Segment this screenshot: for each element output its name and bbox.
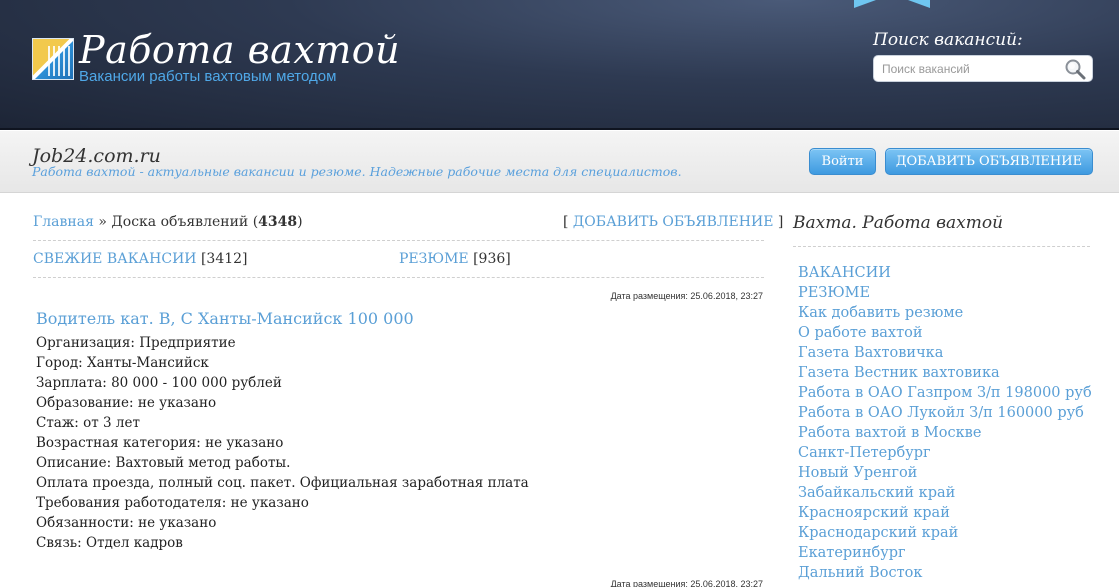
divider (793, 246, 1090, 247)
breadcrumb-current: Доска объявлений (111, 214, 249, 230)
post-field: Город: Ханты-Мансийск (36, 355, 209, 371)
divider (33, 240, 764, 241)
sidebar-item-about-shift-work[interactable]: О работе вахтой (798, 325, 923, 341)
sidebar-item-newspaper-vakhtovichka[interactable]: Газета Вахтовичка (798, 345, 943, 361)
sidebar-item-newspaper-vestnik[interactable]: Газета Вестник вахтовика (798, 365, 1000, 381)
sidebar-item-lukoil[interactable]: Работа в ОАО Лукойл З/п 160000 руб (798, 405, 1084, 421)
sidebar-menu: ВАКАНСИИ РЕЗЮМЕ Как добавить резюме О ра… (798, 263, 1092, 583)
site-title[interactable]: Работа вахтой (79, 28, 400, 72)
magnifier-icon[interactable] (1064, 58, 1086, 80)
band-tagline: Работа вахтой - актуальные вакансии и ре… (32, 164, 682, 179)
sidebar-item-saint-petersburg[interactable]: Санкт-Петербург (798, 445, 931, 461)
category-count: [3412] (200, 251, 248, 267)
sidebar-item-krasnodar[interactable]: Краснодарский край (798, 525, 958, 541)
search-input[interactable] (882, 60, 1062, 78)
add-listing-button[interactable]: ДОБАВИТЬ ОБЪЯВЛЕНИЕ (885, 148, 1093, 175)
post-field: Обязанности: не указано (36, 515, 217, 531)
post-date: Дата размещения: 25.06.2018, 23:27 (610, 291, 763, 301)
login-button[interactable]: Войти (809, 148, 876, 175)
post-details: Организация: Предприятие Город: Ханты-Ма… (36, 333, 529, 553)
logo-icon[interactable] (32, 38, 74, 80)
sidebar-item-zabaikalsky[interactable]: Забайкальский край (798, 485, 955, 501)
category-fresh-vacancies: СВЕЖИЕ ВАКАНСИИ [3412] (33, 251, 248, 267)
post-field: Возрастная категория: не указано (36, 435, 284, 451)
bracket-close: ] (777, 214, 784, 230)
post-field: Описание: Вахтовый метод работы. (36, 455, 291, 471)
sidebar-item-gazprom[interactable]: Работа в ОАО Газпром З/п 198000 руб (798, 385, 1092, 401)
sidebar-item-far-east[interactable]: Дальний Восток (798, 565, 922, 581)
sidebar-item-vacancies[interactable]: ВАКАНСИИ (798, 265, 891, 281)
post-field: Требования работодателя: не указано (36, 495, 309, 511)
ribbon-icon (854, 0, 930, 8)
category-resumes: РЕЗЮМЕ [936] (399, 251, 511, 267)
breadcrumb: Главная » Доска объявлений (4348) (33, 214, 303, 230)
site-subtitle: Вакансии работы вахтовым методом (79, 68, 337, 85)
post-field: Стаж: от 3 лет (36, 415, 140, 431)
post-field: Оплата проезда, полный соц. пакет. Офици… (36, 475, 529, 491)
divider (33, 277, 764, 278)
post-field: Связь: Отдел кадров (36, 535, 183, 551)
breadcrumb-home-link[interactable]: Главная (33, 214, 94, 230)
search-box (873, 55, 1093, 82)
post-title-link[interactable]: Водитель кат. В, С Ханты-Мансийск 100 00… (36, 309, 414, 328)
sidebar-item-novy-urengoy[interactable]: Новый Уренгой (798, 465, 917, 481)
category-link-vacancies[interactable]: СВЕЖИЕ ВАКАНСИИ (33, 251, 197, 267)
category-count: [936] (473, 251, 511, 267)
sidebar-item-resumes[interactable]: РЕЗЮМЕ (798, 285, 870, 301)
sidebar-item-moscow[interactable]: Работа вахтой в Москве (798, 425, 981, 441)
bracket-open: [ (563, 214, 569, 230)
search-label: Поиск вакансий: (873, 30, 1023, 50)
sidebar-item-ekaterinburg[interactable]: Екатеринбург (798, 545, 906, 561)
site-header: Работа вахтой Вакансии работы вахтовым м… (0, 0, 1119, 130)
category-link-resumes[interactable]: РЕЗЮМЕ (399, 251, 469, 267)
post-date: Дата размещения: 25.06.2018, 23:27 (610, 579, 763, 587)
sidebar-item-krasnoyarsk[interactable]: Красноярский край (798, 505, 950, 521)
sidebar-title: Вахта. Работа вахтой (793, 213, 1004, 233)
post-field: Образование: не указано (36, 395, 217, 411)
listing-count: 4348 (258, 214, 298, 230)
breadcrumb-separator: » (98, 214, 107, 230)
add-listing-link-wrap: [ ДОБАВИТЬ ОБЪЯВЛЕНИЕ ] (563, 214, 783, 230)
add-listing-link[interactable]: ДОБАВИТЬ ОБЪЯВЛЕНИЕ (573, 214, 774, 230)
post-field: Организация: Предприятие (36, 335, 236, 351)
post-field: Зарплата: 80 000 - 100 000 рублей (36, 375, 282, 391)
sidebar-item-how-to-add-resume[interactable]: Как добавить резюме (798, 305, 963, 321)
